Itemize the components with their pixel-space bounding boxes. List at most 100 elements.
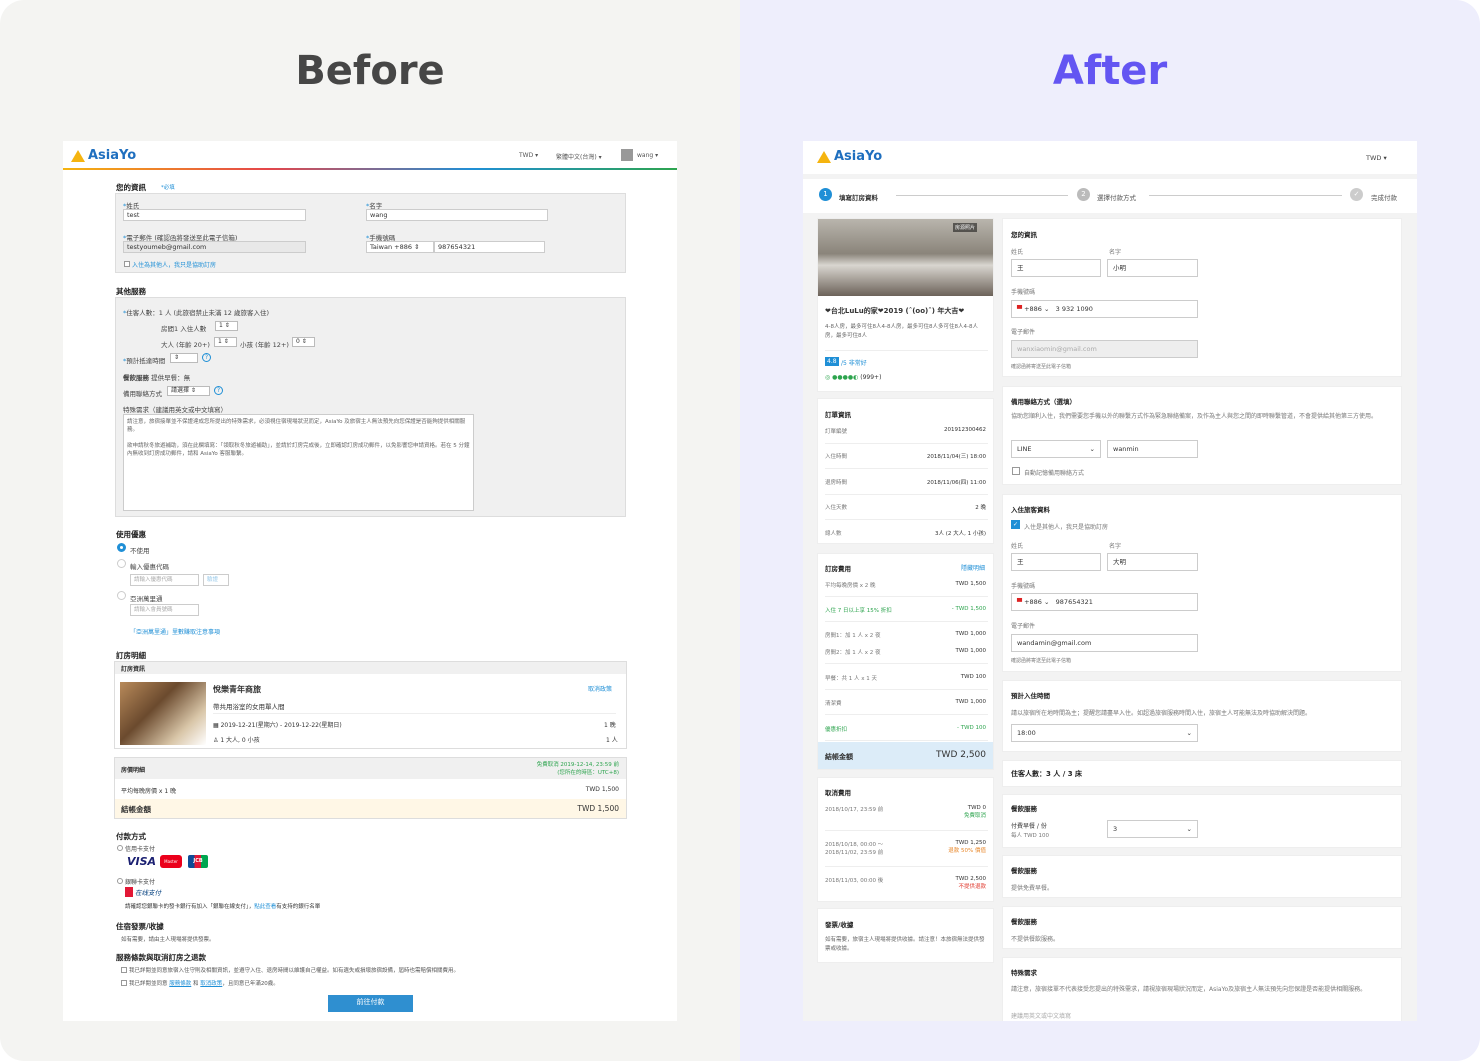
fee-row-value: TWD 1,500 xyxy=(955,581,986,587)
guests-line: *住客人數：1 人 (此旅宿禁止未滿 12 歲旅客入住) xyxy=(123,309,269,317)
no-discount-label: 不使用 xyxy=(130,547,150,555)
required-note: *必填 xyxy=(161,185,175,191)
step-3-label: 完成付款 xyxy=(1371,194,1397,202)
before-heading: Before xyxy=(295,48,445,94)
photo-tag[interactable]: 房源照片 xyxy=(953,223,978,232)
other-guest-label[interactable]: 入住為其他人，我只是協助訂房 xyxy=(132,260,216,269)
child-select[interactable]: 0 ⇕ xyxy=(292,337,315,347)
guest-email-input[interactable]: wandamin@gmail.com xyxy=(1011,634,1198,652)
info-first-input[interactable]: 小明 xyxy=(1107,259,1198,277)
no-discount-radio[interactable] xyxy=(117,543,126,552)
verify-button[interactable]: 驗證 xyxy=(203,574,229,586)
room1-label: 房間1 入住人數 xyxy=(161,325,207,333)
terms-checkbox-1[interactable] xyxy=(121,967,127,973)
credit-radio[interactable] xyxy=(117,845,123,851)
email-input[interactable]: testyoumeb@gmail.com xyxy=(123,241,306,253)
language-menu[interactable]: 繁體中文(台灣) ▾ xyxy=(556,152,602,161)
cancel-row-2-value: TWD 1,250 退款 50% 價值 xyxy=(948,840,986,854)
divider xyxy=(825,596,988,597)
help-icon[interactable]: ? xyxy=(202,353,211,362)
divider xyxy=(825,350,988,351)
guest-email-hint: 確認函將寄送至此電子信箱 xyxy=(1011,658,1072,664)
taiwan-flag-icon: ▀ xyxy=(1017,305,1022,313)
miles-radio[interactable] xyxy=(117,591,126,600)
other-guest-checkbox[interactable] xyxy=(124,261,130,267)
fees-total-value: TWD 2,500 xyxy=(936,750,986,760)
special-title: 特殊需求 xyxy=(1011,969,1037,977)
special-textarea[interactable]: 請注意，旅宿接單並不保證達成您所提出的特殊需求，必須視住宿現場狀況而定，Asia… xyxy=(123,414,474,511)
booking-subtitle: 訂房資訊 xyxy=(115,662,626,674)
coupon-label: 輸入優惠代碼 xyxy=(130,563,169,571)
user-menu[interactable]: wang ▾ xyxy=(637,152,658,159)
meal-2-title: 餐飲服務 xyxy=(1011,867,1037,875)
miles-note-link[interactable]: 「亞洲萬里通」里數賺取注意事項 xyxy=(130,627,220,636)
alt-contact-input[interactable]: wanmin xyxy=(1107,440,1198,458)
info-last-input[interactable]: 王 xyxy=(1011,259,1101,277)
hotel-photo[interactable] xyxy=(120,682,206,745)
arrival-select[interactable]: ⇕ xyxy=(170,353,198,363)
unionpay-note: 請確認您銀聯卡的發卡銀行有加入「銀聯在線支付」，點此查看有支持的銀行名單 xyxy=(125,904,321,910)
info-first-label: 名字 xyxy=(1109,249,1122,256)
firstname-input[interactable]: wang xyxy=(366,209,548,221)
divider xyxy=(825,494,988,495)
phone-code-select[interactable]: Taiwan +886 ⇕ xyxy=(366,241,434,253)
terms-checkbox-2[interactable] xyxy=(121,980,127,986)
order-row-label: 訂單編號 xyxy=(825,429,848,435)
order-row-label: 入住天數 xyxy=(825,505,848,511)
miles-input[interactable]: 請輸入會員號碼 xyxy=(130,604,199,616)
meal-card-1 xyxy=(1002,794,1402,848)
info-email-hint: 確認函將寄送至此電子信箱 xyxy=(1011,364,1072,370)
order-row-value: 2 晚 xyxy=(975,505,986,511)
invoice-text: 如有需要，請由主人現場將提供發票。 xyxy=(121,937,215,943)
cancel-policy-link[interactable]: 取消政策 xyxy=(588,684,612,693)
info-phone-input[interactable]: ▀ +886 ⌄ 3 932 1090 xyxy=(1011,300,1198,318)
special-text: 請注意，旅宿接單不代表接受您提出的特殊需求，請視旅宿現場狀況而定，AsiaYo及… xyxy=(1011,986,1367,993)
unionpay-label: 銀聯卡支付 xyxy=(125,879,156,886)
special-textarea[interactable]: 建議用英文或中文填寫 xyxy=(1011,1011,1071,1020)
avatar[interactable] xyxy=(621,149,633,161)
coupon-radio[interactable] xyxy=(117,559,126,568)
info-phone-label: 手機號碼 xyxy=(1011,289,1036,296)
info-email-input[interactable]: wanxiaomin@gmail.com xyxy=(1011,340,1198,358)
pay-button[interactable]: 前往付款 xyxy=(328,995,413,1012)
adult-select[interactable]: 1 ⇕ xyxy=(214,337,237,347)
auto-remember-label: 自動記憶備用聯絡方式 xyxy=(1024,470,1085,477)
avg-label: 平均每晚房價 x 1 晚 xyxy=(121,788,177,795)
guest-first-input[interactable]: 大明 xyxy=(1107,553,1198,571)
step-1-badge: 1 xyxy=(819,188,832,201)
asiayo-logo[interactable]: AsiaYo xyxy=(817,149,882,164)
arrival-title: 預計入住時間 xyxy=(1011,692,1050,700)
other-guest-checkbox[interactable]: ✓ xyxy=(1011,520,1020,529)
unionpay-radio[interactable] xyxy=(117,878,123,884)
coupon-input[interactable]: 請輸入優惠代碼 xyxy=(130,574,199,586)
special-label: 特殊需求（建議用英文或中文填寫） xyxy=(123,406,227,414)
guest-phone-input[interactable]: ▀ +886 ⌄ 987654321 xyxy=(1011,593,1198,611)
currency-menu[interactable]: TWD ▾ xyxy=(1366,154,1387,162)
divider xyxy=(825,689,988,690)
meal-1-qty-select[interactable]: 3 ⌄ xyxy=(1107,820,1198,838)
asiayo-logo[interactable]: AsiaYo xyxy=(71,148,136,163)
order-card xyxy=(817,398,994,544)
invoice-title: 發票/收據 xyxy=(825,921,854,929)
auto-remember-checkbox[interactable] xyxy=(1012,467,1020,475)
hide-details-link[interactable]: 隱藏明細 xyxy=(961,563,985,572)
fee-row-value: TWD 1,000 xyxy=(955,648,986,654)
phone-input[interactable]: 987654321 xyxy=(434,241,545,253)
room1-select[interactable]: 1 ⇕ xyxy=(215,321,238,331)
logo-icon xyxy=(71,149,85,162)
help-icon[interactable]: ? xyxy=(214,386,223,395)
alt-contact-method-select[interactable]: LINE ⌄ xyxy=(1011,440,1101,458)
currency-menu[interactable]: TWD ▾ xyxy=(519,152,538,159)
info-title: 您的資訊 xyxy=(1011,231,1037,239)
cancel-row-3-date: 2018/11/03, 00:00 後 xyxy=(825,878,884,884)
people: ♙ 1 大人, 0 小孩 xyxy=(213,737,260,744)
your-info-title: 您的資訊 xyxy=(116,183,146,192)
guest-last-input[interactable]: 王 xyxy=(1011,553,1101,571)
price-title: 房價明細 xyxy=(121,767,146,774)
arrival-select[interactable]: 18:00 ⌄ xyxy=(1011,724,1198,742)
terms-title: 服務條款與取消訂房之退款 xyxy=(116,953,206,962)
score-badge: 4.8 xyxy=(825,357,839,366)
contact-select[interactable]: 請選擇 ⇕ xyxy=(167,386,210,396)
after-screenshot: AsiaYo TWD ▾ 1 填寫訂房資料 2 選擇付款方式 ✓ 完成付款 房源… xyxy=(803,141,1417,1021)
lastname-input[interactable]: test xyxy=(123,209,306,221)
